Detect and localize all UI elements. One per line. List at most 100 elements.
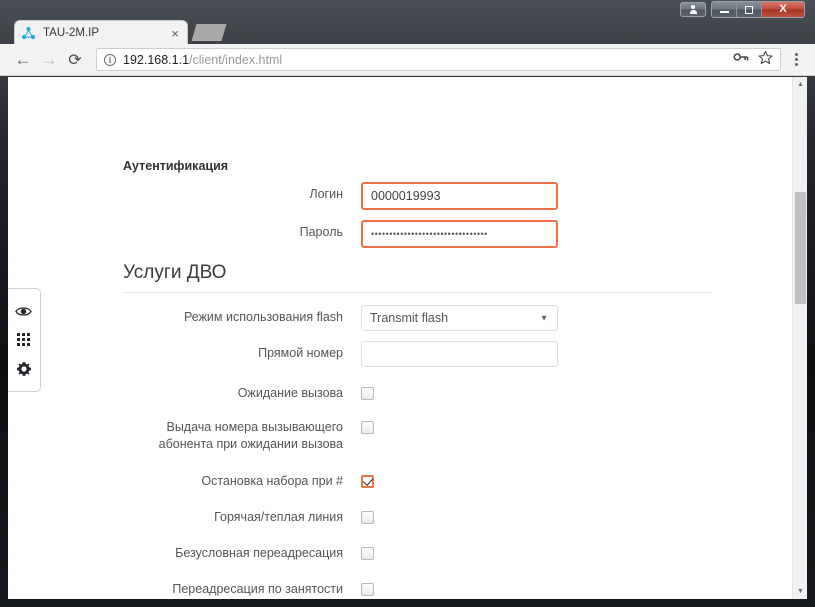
address-bar-url: 192.168.1.1/client/index.html [123,53,282,67]
caller-id-on-waiting-field-wrap [361,415,711,439]
stop-dial-on-hash-row: Остановка набора при # [123,469,711,493]
close-icon: X [779,3,787,15]
grid-cell [27,338,30,342]
call-waiting-row: Ожидание вызова [123,381,711,405]
eye-icon[interactable] [14,301,34,321]
password-field-wrap: •••••••••••••••••••••••••••••••• [361,220,711,248]
user-account-button[interactable] [680,2,706,17]
hot-warm-line-checkbox[interactable] [361,511,374,524]
forward-on-busy-field-wrap [361,577,711,599]
tab-strip: TAU-2M.IP × [0,18,815,45]
bookmark-star-icon[interactable] [758,50,773,70]
unconditional-forward-checkbox[interactable] [361,547,374,560]
reload-button[interactable]: ⟳ [62,47,88,73]
new-tab-button[interactable] [191,24,227,41]
window-controls: X [680,1,805,18]
direct-number-input[interactable] [361,341,558,367]
menu-dot [794,63,798,66]
grid-cell [17,333,20,337]
unconditional-forward-field-wrap [361,541,711,565]
flash-mode-label: Режим использования flash [183,310,343,324]
unconditional-forward-label: Безусловная переадресация [175,546,343,560]
password-input[interactable]: •••••••••••••••••••••••••••••••• [361,220,558,248]
browser-window: X TAU-2M.IP × ← → ⟳ i 192.168.1.1/client… [0,0,815,607]
forward-on-busy-label: Переадресация по занятости [172,582,343,596]
password-label: Пароль [299,225,343,239]
hot-warm-line-row: Горячая/теплая линия [123,505,711,529]
site-info-icon[interactable]: i [104,53,116,66]
dvo-section-title: Услуги ДВО [123,262,227,283]
unconditional-forward-row: Безусловная переадресация [123,541,711,565]
omnibox-actions [725,50,773,70]
minimize-icon [719,11,729,13]
grid-cell [17,343,20,347]
tab-title: TAU-2M.IP [43,27,100,39]
direct-number-field-wrap [361,341,711,367]
page-content: Аутентификация Логин Пароль ••••••••••••… [8,77,792,599]
forward-on-busy-row: Переадресация по занятости [123,577,711,599]
flash-mode-selected-value: Transmit flash [370,311,449,325]
call-waiting-field-wrap [361,381,711,405]
login-row: Логин [123,182,711,210]
flash-mode-field-wrap: Transmit flash ▼ [361,305,711,331]
grid-cell [17,338,20,342]
password-masked-value: •••••••••••••••••••••••••••••••• [371,229,488,239]
url-path: /client/index.html [189,52,283,67]
chrome-menu-button[interactable] [787,53,805,66]
grid-icon[interactable] [14,330,34,350]
window-buttons-group: X [711,1,805,18]
minimize-button[interactable] [712,2,737,17]
tab-close-icon[interactable]: × [169,27,181,40]
scroll-down-button[interactable]: ▼ [793,584,807,599]
page-scrollbar[interactable]: ▲ ▼ [792,77,807,599]
login-input[interactable] [361,182,558,210]
close-button[interactable]: X [762,2,804,17]
url-host: 192.168.1.1 [123,52,190,67]
eltex-molecule-favicon [21,26,36,41]
window-titlebar: X [0,0,815,18]
grid-cell [22,338,25,342]
caller-id-on-waiting-checkbox[interactable] [361,421,374,434]
grid-icon-cells [17,333,30,347]
user-icon [689,5,697,14]
hot-warm-line-label: Горячая/теплая линия [214,510,343,524]
stop-dial-on-hash-field-wrap [361,469,711,493]
scrollbar-thumb[interactable] [795,192,806,304]
browser-tab[interactable]: TAU-2M.IP × [14,20,188,45]
maximize-icon [745,5,753,14]
stop-dial-on-hash-checkbox[interactable] [361,475,374,488]
back-button[interactable]: ← [10,47,36,73]
login-label: Логин [309,187,343,201]
call-waiting-label: Ожидание вызова [237,386,343,400]
section-divider [123,292,711,293]
stop-dial-on-hash-label: Остановка набора при # [201,474,343,488]
browser-toolbar: ← → ⟳ i 192.168.1.1/client/index.html [0,44,815,76]
password-key-icon[interactable] [733,50,749,69]
flash-mode-select[interactable]: Transmit flash ▼ [361,305,558,331]
grid-cell [22,333,25,337]
maximize-button[interactable] [737,2,762,17]
gear-icon[interactable] [14,359,34,379]
direct-number-label: Прямой номер [258,346,343,360]
address-bar[interactable]: i 192.168.1.1/client/index.html [96,48,781,71]
login-field-wrap [361,182,711,210]
floating-side-toolbar [8,288,41,392]
page-viewport: Аутентификация Логин Пароль ••••••••••••… [8,77,807,599]
menu-dot [794,53,798,56]
grid-cell [27,333,30,337]
direct-number-row: Прямой номер [123,341,711,367]
password-row: Пароль •••••••••••••••••••••••••••••••• [123,220,711,248]
caller-id-on-waiting-label: Выдача номера вызывающего абонента при о… [158,420,343,451]
scroll-up-button[interactable]: ▲ [793,77,807,92]
chevron-down-icon: ▼ [540,313,548,323]
forward-on-busy-checkbox[interactable] [361,583,374,596]
grid-cell [22,343,25,347]
authentication-heading: Аутентификация [123,159,229,173]
call-waiting-checkbox[interactable] [361,387,374,400]
hot-warm-line-field-wrap [361,505,711,529]
flash-mode-row: Режим использования flash Transmit flash… [123,305,711,331]
grid-cell [27,343,30,347]
caller-id-on-waiting-row: Выдача номера вызывающего абонента при о… [123,415,711,453]
menu-dot [794,58,798,61]
forward-button[interactable]: → [36,47,62,73]
